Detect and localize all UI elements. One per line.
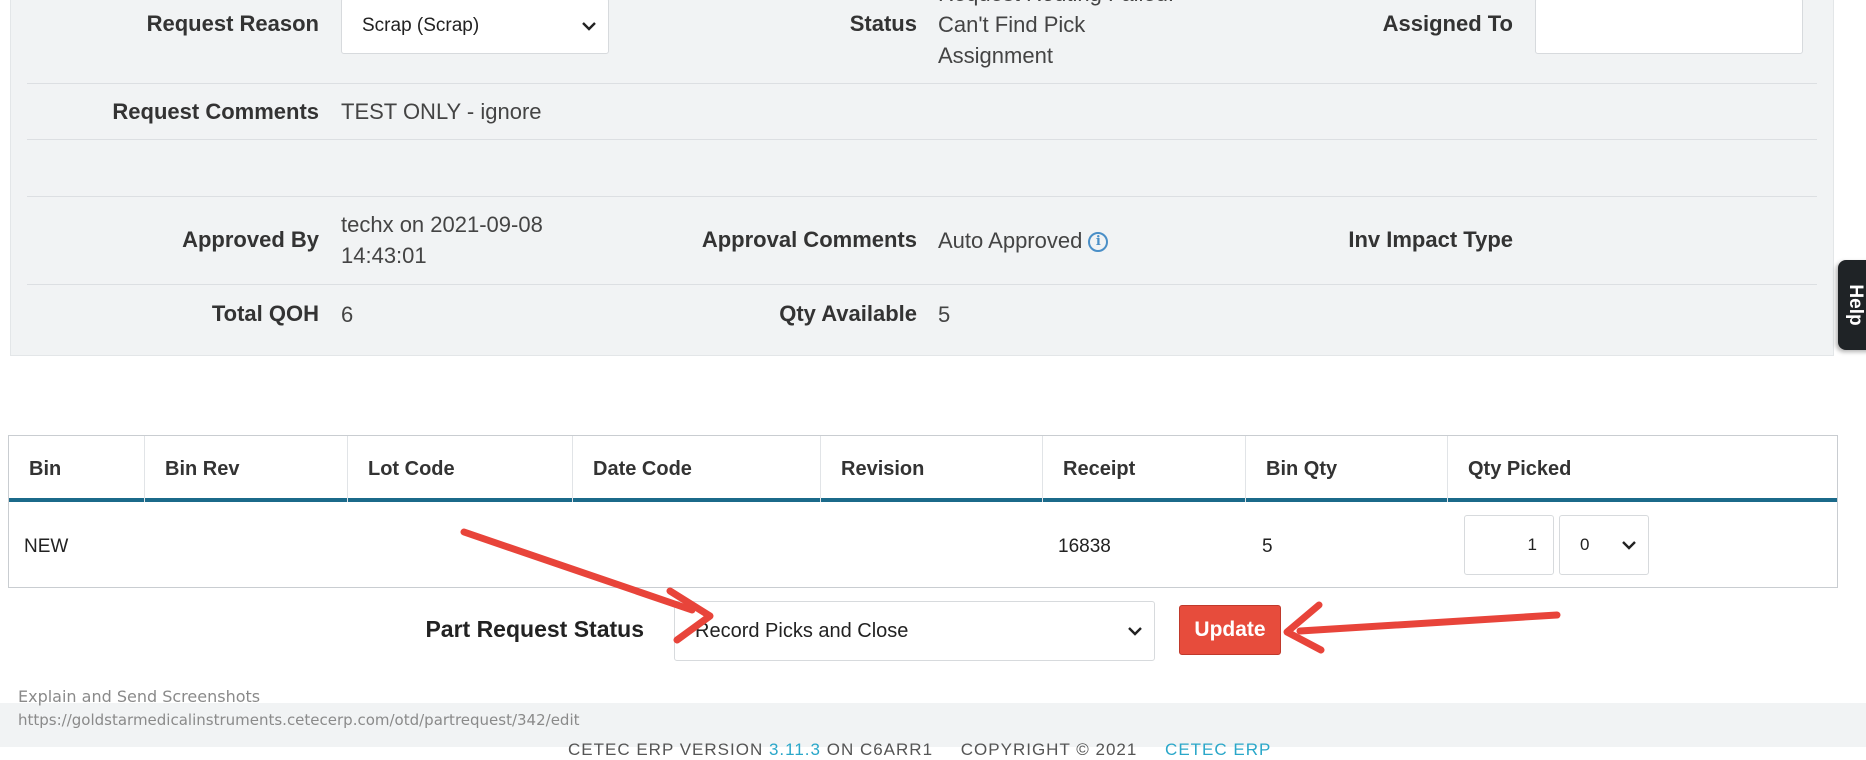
bin-cell: NEW <box>24 536 69 557</box>
footer-server: ON C6ARR1 <box>826 740 934 759</box>
approval-comments-label: Approval Comments <box>701 227 917 252</box>
status-value-line3: Assignment <box>938 43 1053 68</box>
inv-impact-label: Inv Impact Type <box>1348 227 1513 252</box>
request-comments-row: Request Comments TEST ONLY - ignore <box>27 84 1817 140</box>
qty-picked-value: 1 <box>1527 535 1537 554</box>
receipt-cell: 16838 <box>1058 536 1111 557</box>
update-button[interactable]: Update <box>1179 605 1281 655</box>
column-header[interactable]: Lot Code <box>348 436 573 502</box>
footer-copyright: COPYRIGHT © 2021 <box>960 740 1138 759</box>
qty-available-value: 5 <box>938 302 951 327</box>
column-header[interactable]: Receipt <box>1043 436 1246 502</box>
qty-available-label: Qty Available <box>779 301 917 326</box>
column-header[interactable]: Revision <box>821 436 1043 502</box>
footer-brand-link[interactable]: CETEC ERP <box>1165 740 1271 759</box>
capture-title: Explain and Send Screenshots <box>18 687 261 706</box>
footer-version-prefix: CETEC ERP VERSION <box>568 740 764 759</box>
footer-text: CETEC ERP VERSION 3.11.3 ON C6ARR1 COPYR… <box>568 740 1271 760</box>
request-reason-row: Request Reason Scrap (Scrap) Status Requ… <box>27 0 1817 84</box>
quantity-row: Total QOH 6 Qty Available 5 <box>27 285 1817 345</box>
request-comments-value: TEST ONLY - ignore <box>341 99 542 124</box>
part-request-status-label: Part Request Status <box>425 616 644 642</box>
qty-picked-input[interactable]: 1 <box>1464 515 1554 575</box>
assigned-to-label: Assigned To <box>1382 11 1513 36</box>
part-request-status-value: Record Picks and Close <box>695 619 909 642</box>
column-header[interactable]: Bin Rev <box>145 436 348 502</box>
status-label: Status <box>849 11 917 36</box>
help-tab-label: Help <box>1845 284 1866 326</box>
request-info-panel: Request Reason Scrap (Scrap) Status Requ… <box>10 0 1834 356</box>
approval-comments-text: Auto Approved <box>938 228 1083 253</box>
help-tab[interactable]: Help <box>1838 260 1866 350</box>
qty-picked-sub-select[interactable]: 0 <box>1559 515 1649 575</box>
red-arrow-icon <box>1283 601 1561 654</box>
chevron-down-icon <box>582 22 596 31</box>
table-header: Bin Bin Rev Lot Code Date Code Revision … <box>9 436 1837 502</box>
approved-by-line2: 14:43:01 <box>341 243 427 268</box>
request-comments-label: Request Comments <box>112 99 319 124</box>
chevron-down-icon <box>1128 627 1142 636</box>
approved-by-label: Approved By <box>182 227 319 252</box>
total-qoh-label: Total QOH <box>211 301 319 326</box>
status-value-line2: Can't Find Pick <box>938 12 1086 37</box>
info-circle-icon[interactable]: i <box>1088 232 1109 253</box>
approval-row: Approved By techx on 2021-09-08 14:43:01… <box>27 197 1817 285</box>
request-reason-value: Scrap (Scrap) <box>362 15 480 36</box>
column-header[interactable]: Bin Qty <box>1246 436 1448 502</box>
bins-table: Bin Bin Rev Lot Code Date Code Revision … <box>8 435 1838 588</box>
total-qoh-value: 6 <box>341 302 354 327</box>
request-reason-label: Request Reason <box>146 11 319 36</box>
empty-row <box>27 140 1817 197</box>
chevron-down-icon <box>1622 541 1636 550</box>
footer-version-link[interactable]: 3.11.3 <box>769 740 821 759</box>
column-header[interactable]: Date Code <box>573 436 821 502</box>
request-reason-select[interactable]: Scrap (Scrap) <box>341 0 609 54</box>
approval-comments-value: Auto Approved i <box>938 225 1109 256</box>
approved-by-line1: techx on 2021-09-08 <box>341 212 543 237</box>
part-request-status-select[interactable]: Record Picks and Close <box>674 601 1155 661</box>
qty-picked-sub-value: 0 <box>1580 535 1590 554</box>
capture-url: https://goldstarmedicalinstruments.cetec… <box>18 711 580 729</box>
status-value-line1: Request Routing Failed: <box>938 0 1174 9</box>
column-header[interactable]: Bin <box>9 436 145 502</box>
assigned-to-field[interactable] <box>1535 0 1803 54</box>
bin-qty-cell: 5 <box>1262 536 1273 557</box>
column-header[interactable]: Qty Picked <box>1448 436 1837 502</box>
